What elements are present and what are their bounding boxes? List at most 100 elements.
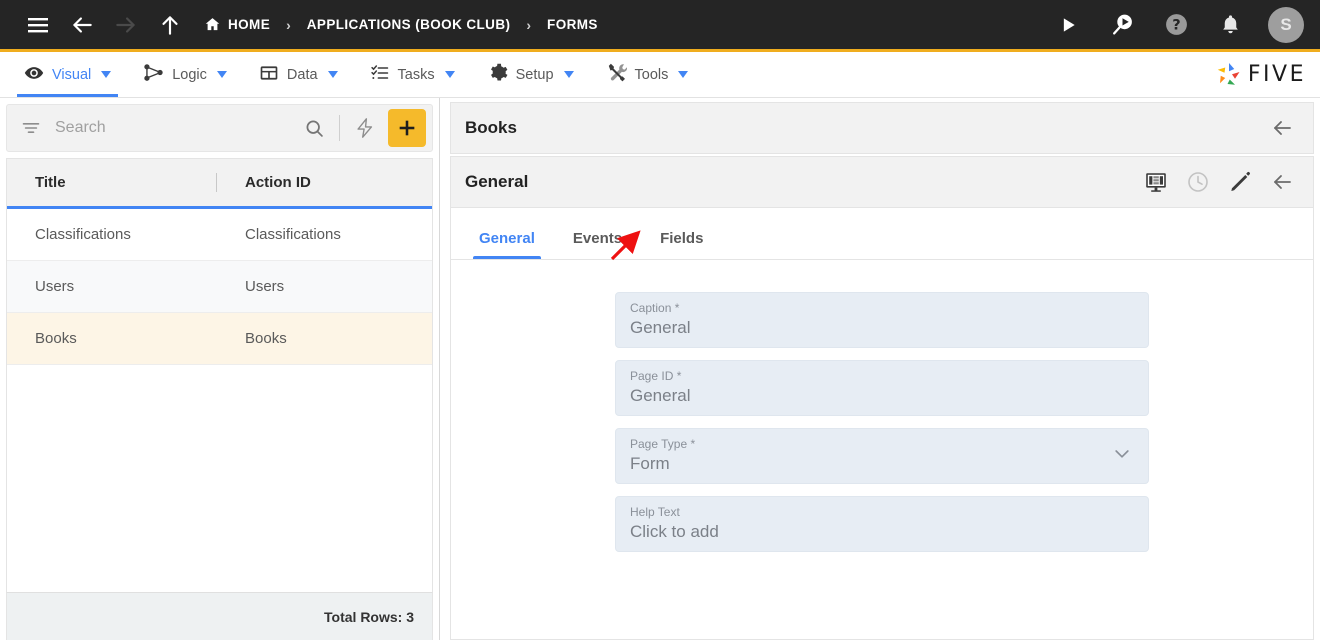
main-menu-bar: Visual Logic Data Tasks Setup Tools FIVE — [0, 52, 1320, 98]
chevron-down-icon — [216, 71, 227, 78]
search-icon[interactable] — [299, 113, 329, 143]
menu-label-tasks: Tasks — [397, 66, 435, 83]
cell-title: Books — [35, 330, 77, 347]
tab-bar: General Events Fields — [451, 208, 1313, 260]
field-label-page-type: Page Type * — [630, 437, 696, 451]
wrench-screwdriver-icon — [606, 62, 627, 87]
record-title: Books — [465, 118, 517, 137]
breadcrumb-item-forms[interactable]: FORMS — [547, 17, 598, 32]
menu-item-visual[interactable]: Visual — [8, 52, 127, 97]
five-logo: FIVE — [1214, 52, 1320, 97]
breadcrumb-label-applications: APPLICATIONS (BOOK CLUB) — [306, 17, 511, 32]
application-window: HOME › APPLICATIONS (BOOK CLUB) › FORMS — [0, 0, 1320, 640]
tab-events[interactable]: Events — [559, 230, 636, 259]
field-value-help-text: Click to add — [630, 522, 719, 541]
menu-label-tools: Tools — [634, 66, 669, 83]
table-row[interactable]: Classifications Classifications — [7, 209, 432, 261]
column-header-title[interactable]: Title — [7, 159, 217, 206]
checklist-icon — [370, 63, 390, 87]
forms-grid: Title Action ID Classifications Classifi… — [6, 158, 433, 592]
edit-pencil-icon[interactable] — [1227, 169, 1253, 195]
chevron-down-icon — [327, 71, 338, 78]
hamburger-menu-icon[interactable] — [16, 3, 60, 47]
user-avatar[interactable]: S — [1268, 6, 1304, 43]
top-nav-right-controls: ? S — [1046, 3, 1304, 47]
chevron-down-icon — [678, 71, 689, 78]
breadcrumb-label-home: HOME — [228, 17, 271, 32]
menu-item-setup[interactable]: Setup — [471, 52, 590, 97]
page-header: General — [450, 156, 1314, 208]
up-arrow-icon[interactable] — [148, 3, 192, 47]
node-graph-icon — [143, 62, 164, 87]
filter-icon[interactable] — [17, 118, 45, 138]
breadcrumb: HOME › APPLICATIONS (BOOK CLUB) › FORMS — [204, 16, 598, 33]
breadcrumb-separator: › — [526, 16, 532, 33]
eye-icon — [24, 63, 44, 87]
forms-list-panel: Title Action ID Classifications Classifi… — [0, 98, 440, 640]
search-input[interactable] — [51, 119, 293, 137]
menu-item-tasks[interactable]: Tasks — [354, 52, 471, 97]
page-header-actions — [1143, 169, 1295, 195]
main-content-area: Title Action ID Classifications Classifi… — [0, 98, 1320, 640]
field-value-caption: General — [630, 318, 691, 337]
field-label-help-text: Help Text — [630, 505, 680, 519]
back-arrow-icon[interactable] — [60, 3, 104, 47]
brand-name: FIVE — [1247, 62, 1306, 87]
breadcrumb-item-applications[interactable]: APPLICATIONS (BOOK CLUB) — [307, 17, 511, 32]
breadcrumb-item-home[interactable]: HOME — [204, 16, 270, 33]
tab-fields[interactable]: Fields — [646, 230, 717, 259]
column-header-action-id[interactable]: Action ID — [217, 159, 311, 206]
cell-title: Classifications — [35, 226, 131, 243]
field-page-type[interactable]: Page Type * Form — [615, 428, 1149, 484]
top-navigation-bar: HOME › APPLICATIONS (BOOK CLUB) › FORMS — [0, 0, 1320, 52]
cell-action-id: Users — [245, 278, 285, 295]
cell-action-id: Classifications — [245, 226, 341, 243]
help-icon[interactable]: ? — [1154, 3, 1198, 47]
menu-label-data: Data — [286, 66, 318, 83]
table-row-selected[interactable]: Books Books — [7, 313, 432, 365]
grid-footer: Total Rows: 3 — [6, 592, 433, 640]
menu-item-tools[interactable]: Tools — [590, 52, 705, 97]
table-grid-icon — [259, 63, 279, 87]
breadcrumb-label-forms: FORMS — [547, 17, 598, 32]
record-header: Books — [450, 102, 1314, 154]
add-form-button[interactable] — [388, 109, 426, 147]
gear-icon — [487, 62, 508, 87]
field-label-caption: Caption * — [630, 301, 680, 315]
lightning-bolt-icon[interactable] — [350, 113, 380, 143]
menu-item-data[interactable]: Data — [243, 52, 354, 97]
field-caption[interactable]: Caption * General — [615, 292, 1149, 348]
menu-label-logic: Logic — [172, 66, 207, 83]
chevron-down-icon[interactable] — [1112, 444, 1132, 469]
search-bar — [6, 104, 433, 152]
page-title: General — [465, 172, 529, 191]
chevron-down-icon — [101, 71, 112, 78]
forward-arrow-icon — [104, 3, 148, 47]
toolbar-divider — [339, 115, 340, 141]
menu-label-setup: Setup — [515, 66, 554, 83]
search-run-icon[interactable] — [1100, 3, 1144, 47]
table-row[interactable]: Users Users — [7, 261, 432, 313]
preview-monitor-icon[interactable] — [1143, 169, 1169, 195]
run-icon[interactable] — [1046, 3, 1090, 47]
total-rows-label: Total Rows: 3 — [324, 608, 414, 625]
field-page-id[interactable]: Page ID * General — [615, 360, 1149, 416]
home-icon — [205, 18, 220, 31]
field-value-page-id: General — [630, 386, 691, 405]
top-nav-left-controls: HOME › APPLICATIONS (BOOK CLUB) › FORMS — [16, 3, 598, 47]
history-clock-icon — [1185, 169, 1211, 195]
arrow-left-icon[interactable] — [1269, 169, 1295, 195]
field-help-text[interactable]: Help Text Click to add — [615, 496, 1149, 552]
arrow-left-icon[interactable] — [1269, 115, 1295, 141]
notifications-bell-icon[interactable] — [1208, 3, 1252, 47]
field-label-page-id: Page ID * — [630, 369, 682, 383]
grid-body: Classifications Classifications Users Us… — [7, 209, 432, 592]
menu-label-visual: Visual — [52, 66, 92, 83]
tab-general[interactable]: General — [465, 230, 549, 259]
grid-header-row: Title Action ID — [7, 159, 432, 209]
tabs-container: General Events Fields Caption * General … — [450, 208, 1314, 640]
menu-item-logic[interactable]: Logic — [127, 52, 243, 97]
chevron-down-icon — [563, 71, 574, 78]
breadcrumb-separator: › — [286, 16, 291, 33]
record-header-actions — [1269, 115, 1295, 141]
